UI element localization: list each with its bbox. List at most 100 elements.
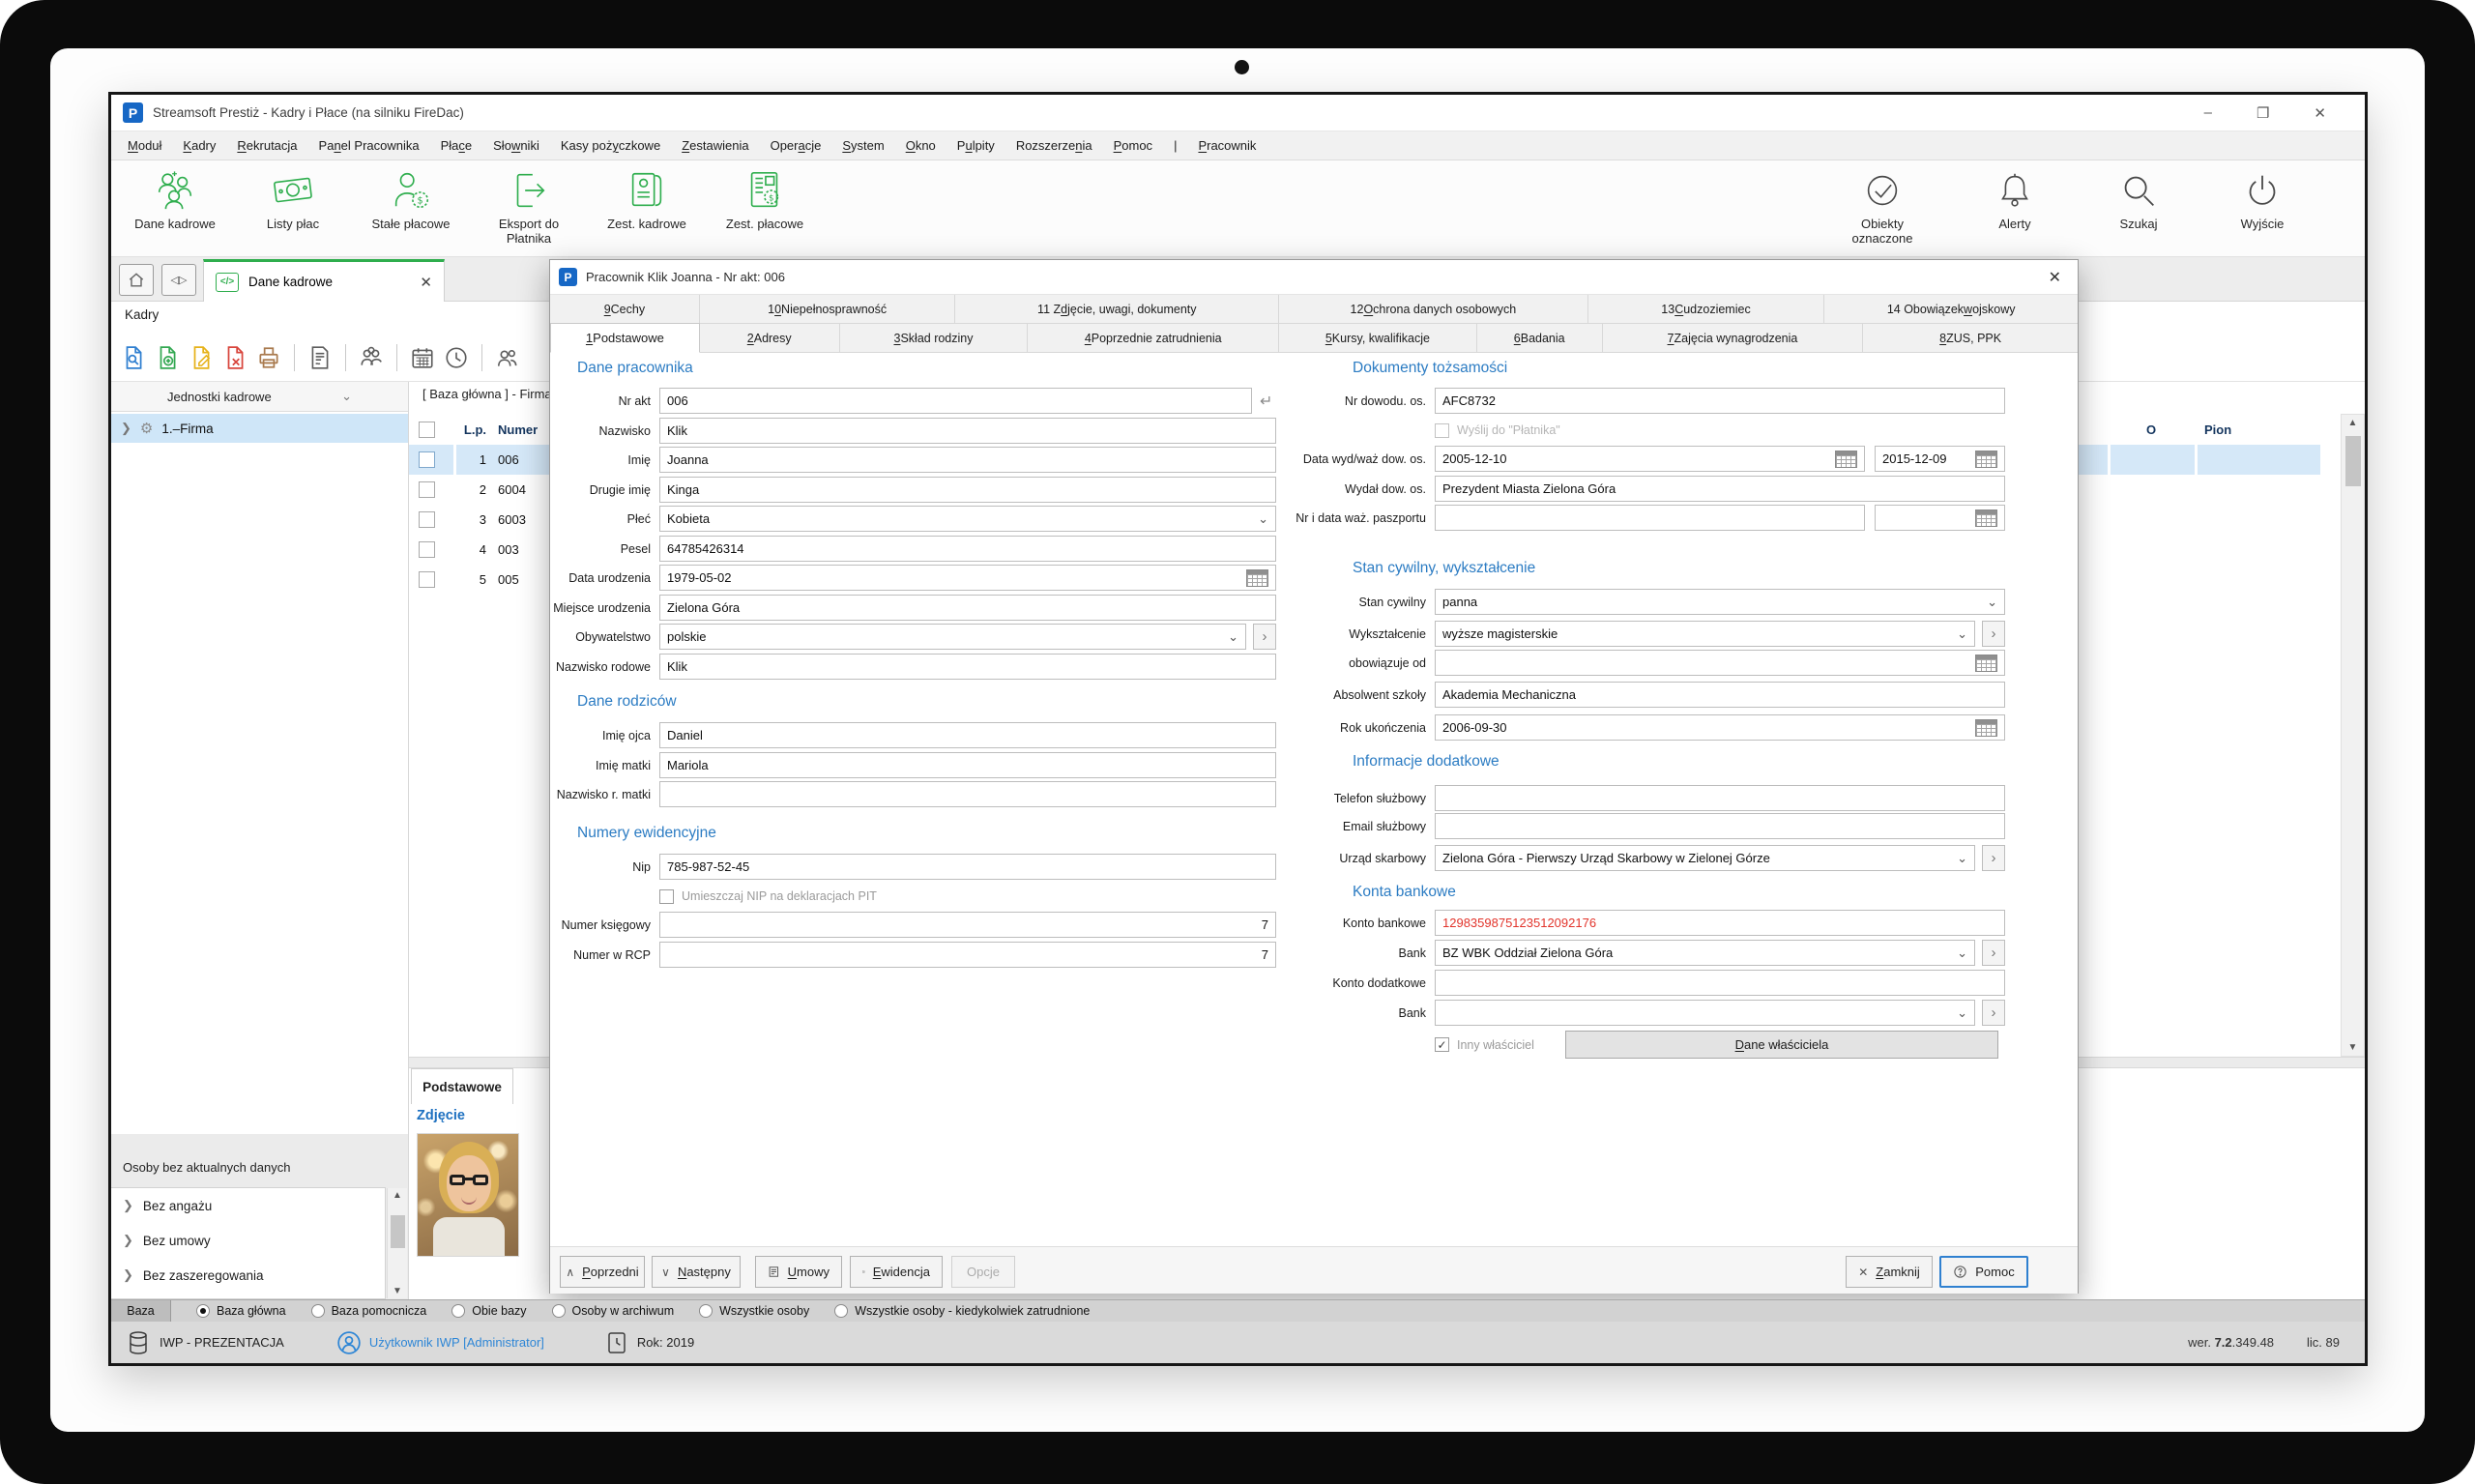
tab-zus-ppk[interactable]: 8 ZUS, PPK (1863, 324, 2078, 353)
menu-operacje[interactable]: Operacje (760, 131, 832, 160)
menu-modul[interactable]: Moduł (117, 131, 172, 160)
menu-zestawienia[interactable]: Zestawienia (671, 131, 759, 160)
toolbar-alerty[interactable]: Alerty (1970, 168, 2059, 231)
list-item-bez-zaszeregowania[interactable]: ❯Bez zaszeregowania (111, 1258, 385, 1293)
add-record-icon[interactable] (155, 345, 180, 370)
menu-rekrutacja[interactable]: Rekrutacja (226, 131, 307, 160)
imie-matki-input[interactable]: Mariola (659, 752, 1276, 778)
toolbar-wyjscie[interactable]: Wyjście (2218, 168, 2307, 231)
stan-cywilny-select[interactable]: panna⌄ (1435, 589, 2005, 615)
nazwisko-input[interactable]: Klik (659, 418, 1276, 444)
column-header-pion[interactable]: Pion (2204, 414, 2231, 445)
radio-wszystkie-osoby[interactable]: Wszystkie osoby (699, 1304, 809, 1318)
tab-sklad-rodziny[interactable]: 3 Skład rodziny (840, 324, 1029, 353)
radio-osoby-w-archiwum[interactable]: Osoby w archiwum (552, 1304, 675, 1318)
bank1-lookup-button[interactable]: › (1982, 940, 2005, 966)
toolbar-listy-plac[interactable]: Listy płac (248, 168, 337, 231)
toolbar-zest-placowe[interactable]: $ Zest. płacowe (720, 168, 809, 231)
tab-niepelnosprawnosc[interactable]: 10 Niepełnosprawność (700, 295, 956, 324)
tab-cudzoziemiec[interactable]: 13 Cudzoziemiec (1588, 295, 1825, 324)
split-view-button[interactable]: ◁▷ (161, 264, 196, 296)
obywatelstwo-select[interactable]: polskie⌄ (659, 624, 1246, 650)
tab-zajecia-wynagrodzenia[interactable]: 7 Zajęcia wynagrodzenia (1603, 324, 1864, 353)
contract-icon[interactable] (307, 345, 333, 370)
menu-pomoc[interactable]: Pomoc (1103, 131, 1163, 160)
menu-kadry[interactable]: Kadry (172, 131, 226, 160)
column-header-lp[interactable]: L.p. (442, 414, 486, 445)
persons-icon[interactable] (495, 345, 520, 370)
column-header-o[interactable]: O (2108, 414, 2195, 445)
calendar-icon[interactable] (1975, 719, 1997, 737)
data-wydania-input[interactable]: 2005-12-10 (1435, 446, 1865, 472)
row-checkbox[interactable] (419, 511, 435, 528)
calendar-icon[interactable] (1975, 451, 1997, 468)
tab-podstawowe-preview[interactable]: Podstawowe (411, 1068, 513, 1105)
restore-button[interactable]: ❐ (2257, 104, 2269, 122)
nip-pit-checkbox[interactable] (659, 889, 674, 904)
select-all-checkbox[interactable] (419, 414, 442, 445)
wyslij-platnika-checkbox[interactable] (1435, 423, 1449, 438)
nr-dowodu-input[interactable]: AFC8732 (1435, 388, 2005, 414)
employees-icon[interactable] (359, 345, 384, 370)
clock-icon[interactable] (444, 345, 469, 370)
urzad-skarbowy-select[interactable]: Zielona Góra - Pierwszy Urząd Skarbowy w… (1435, 845, 1975, 871)
wydal-input[interactable]: Prezydent Miasta Zielona Góra (1435, 476, 2005, 502)
current-user[interactable]: Użytkownik IWP [Administrator] (369, 1335, 544, 1350)
konto-dodatkowe-input[interactable] (1435, 970, 2005, 996)
ewidencja-button[interactable]: Ewidencja (850, 1256, 943, 1288)
tab-dane-kadrowe[interactable]: </> Dane kadrowe ✕ (203, 259, 445, 302)
paszport-nr-input[interactable] (1435, 505, 1865, 531)
bank2-lookup-button[interactable]: › (1982, 1000, 2005, 1026)
absolwent-input[interactable]: Akademia Mechaniczna (1435, 682, 2005, 708)
umowy-button[interactable]: Umowy (755, 1256, 842, 1288)
tab-obowiazek-wojskowy[interactable]: 14 Obowiązek wojskowy (1824, 295, 2078, 324)
calendar-icon[interactable] (1975, 509, 1997, 527)
bank1-select[interactable]: BZ WBK Oddział Zielona Góra⌄ (1435, 940, 1975, 966)
minimize-button[interactable]: – (2204, 104, 2212, 121)
list-item-bez-angazu[interactable]: ❯Bez angażu (111, 1188, 385, 1223)
row-checkbox[interactable] (419, 571, 435, 588)
data-urodzenia-input[interactable]: 1979-05-02 (659, 565, 1276, 591)
zamknij-button[interactable]: ✕Zamknij (1846, 1256, 1933, 1288)
column-header-numer[interactable]: Numer (498, 414, 538, 445)
toolbar-eksport-platnika[interactable]: Eksport do Płatnika (484, 168, 573, 246)
tree-header[interactable]: Jednostki kadrowe ⌄ (111, 382, 408, 412)
menu-place[interactable]: Płace (430, 131, 483, 160)
list-scrollbar[interactable]: ▲ ▼ (2341, 414, 2365, 1057)
dane-wlasciciela-button[interactable]: Dane właściciela (1565, 1031, 1998, 1059)
wyksztalcenie-select[interactable]: wyższe magisterskie⌄ (1435, 621, 1975, 647)
radio-wszystkie-osoby-kiedykolwiek[interactable]: Wszystkie osoby - kiedykolwiek zatrudnio… (834, 1304, 1090, 1318)
calendar-icon[interactable] (1975, 655, 1997, 672)
tab-podstawowe[interactable]: 1 Podstawowe (550, 323, 700, 353)
view-record-icon[interactable] (121, 345, 146, 370)
menu-rozszerzenia[interactable]: Rozszerzenia (1005, 131, 1103, 160)
radio-baza-pomocnicza[interactable]: Baza pomocnicza (311, 1304, 427, 1318)
toolbar-dane-kadrowe[interactable]: Dane kadrowe (131, 168, 219, 231)
pomoc-button[interactable]: Pomoc (1939, 1256, 2028, 1288)
paszport-data-input[interactable] (1875, 505, 2005, 531)
toolbar-zest-kadrowe[interactable]: Zest. kadrowe (602, 168, 691, 231)
tab-ochrona-danych[interactable]: 12 Ochrona danych osobowych (1279, 295, 1588, 324)
konto-bankowe-input[interactable]: 1298359875123512092176 (1435, 910, 2005, 936)
wyksztalcenie-lookup-button[interactable]: › (1982, 621, 2005, 647)
tab-poprzednie-zatrudnienia[interactable]: 4 Poprzednie zatrudnienia (1028, 324, 1279, 353)
delete-record-icon[interactable] (222, 345, 248, 370)
row-checkbox[interactable] (419, 541, 435, 558)
email-input[interactable] (1435, 813, 2005, 839)
menu-kasy-pozyczkowe[interactable]: Kasy pożyczkowe (550, 131, 671, 160)
tab-badania[interactable]: 6 Badania (1477, 324, 1603, 353)
expand-icon[interactable]: ❯ (121, 421, 131, 436)
menu-panel-pracownika[interactable]: Panel Pracownika (308, 131, 430, 160)
row-checkbox[interactable] (419, 451, 435, 468)
menu-slowniki[interactable]: Słowniki (482, 131, 550, 160)
calendar-icon[interactable] (410, 345, 435, 370)
list-item-bez-umowy[interactable]: ❯Bez umowy (111, 1223, 385, 1258)
tree-item-firma[interactable]: ❯ ⚙ 1.–Firma (111, 414, 408, 443)
pesel-input[interactable]: 64785426314 (659, 536, 1276, 562)
radio-baza-glowna[interactable]: Baza główna (196, 1304, 286, 1318)
calendar-icon[interactable] (1246, 569, 1268, 587)
nastepny-button[interactable]: ∨Następny (652, 1256, 741, 1288)
menu-pulpity[interactable]: Pulpity (946, 131, 1005, 160)
edit-record-icon[interactable] (189, 345, 214, 370)
tab-adresy[interactable]: 2 Adresy (700, 324, 840, 353)
